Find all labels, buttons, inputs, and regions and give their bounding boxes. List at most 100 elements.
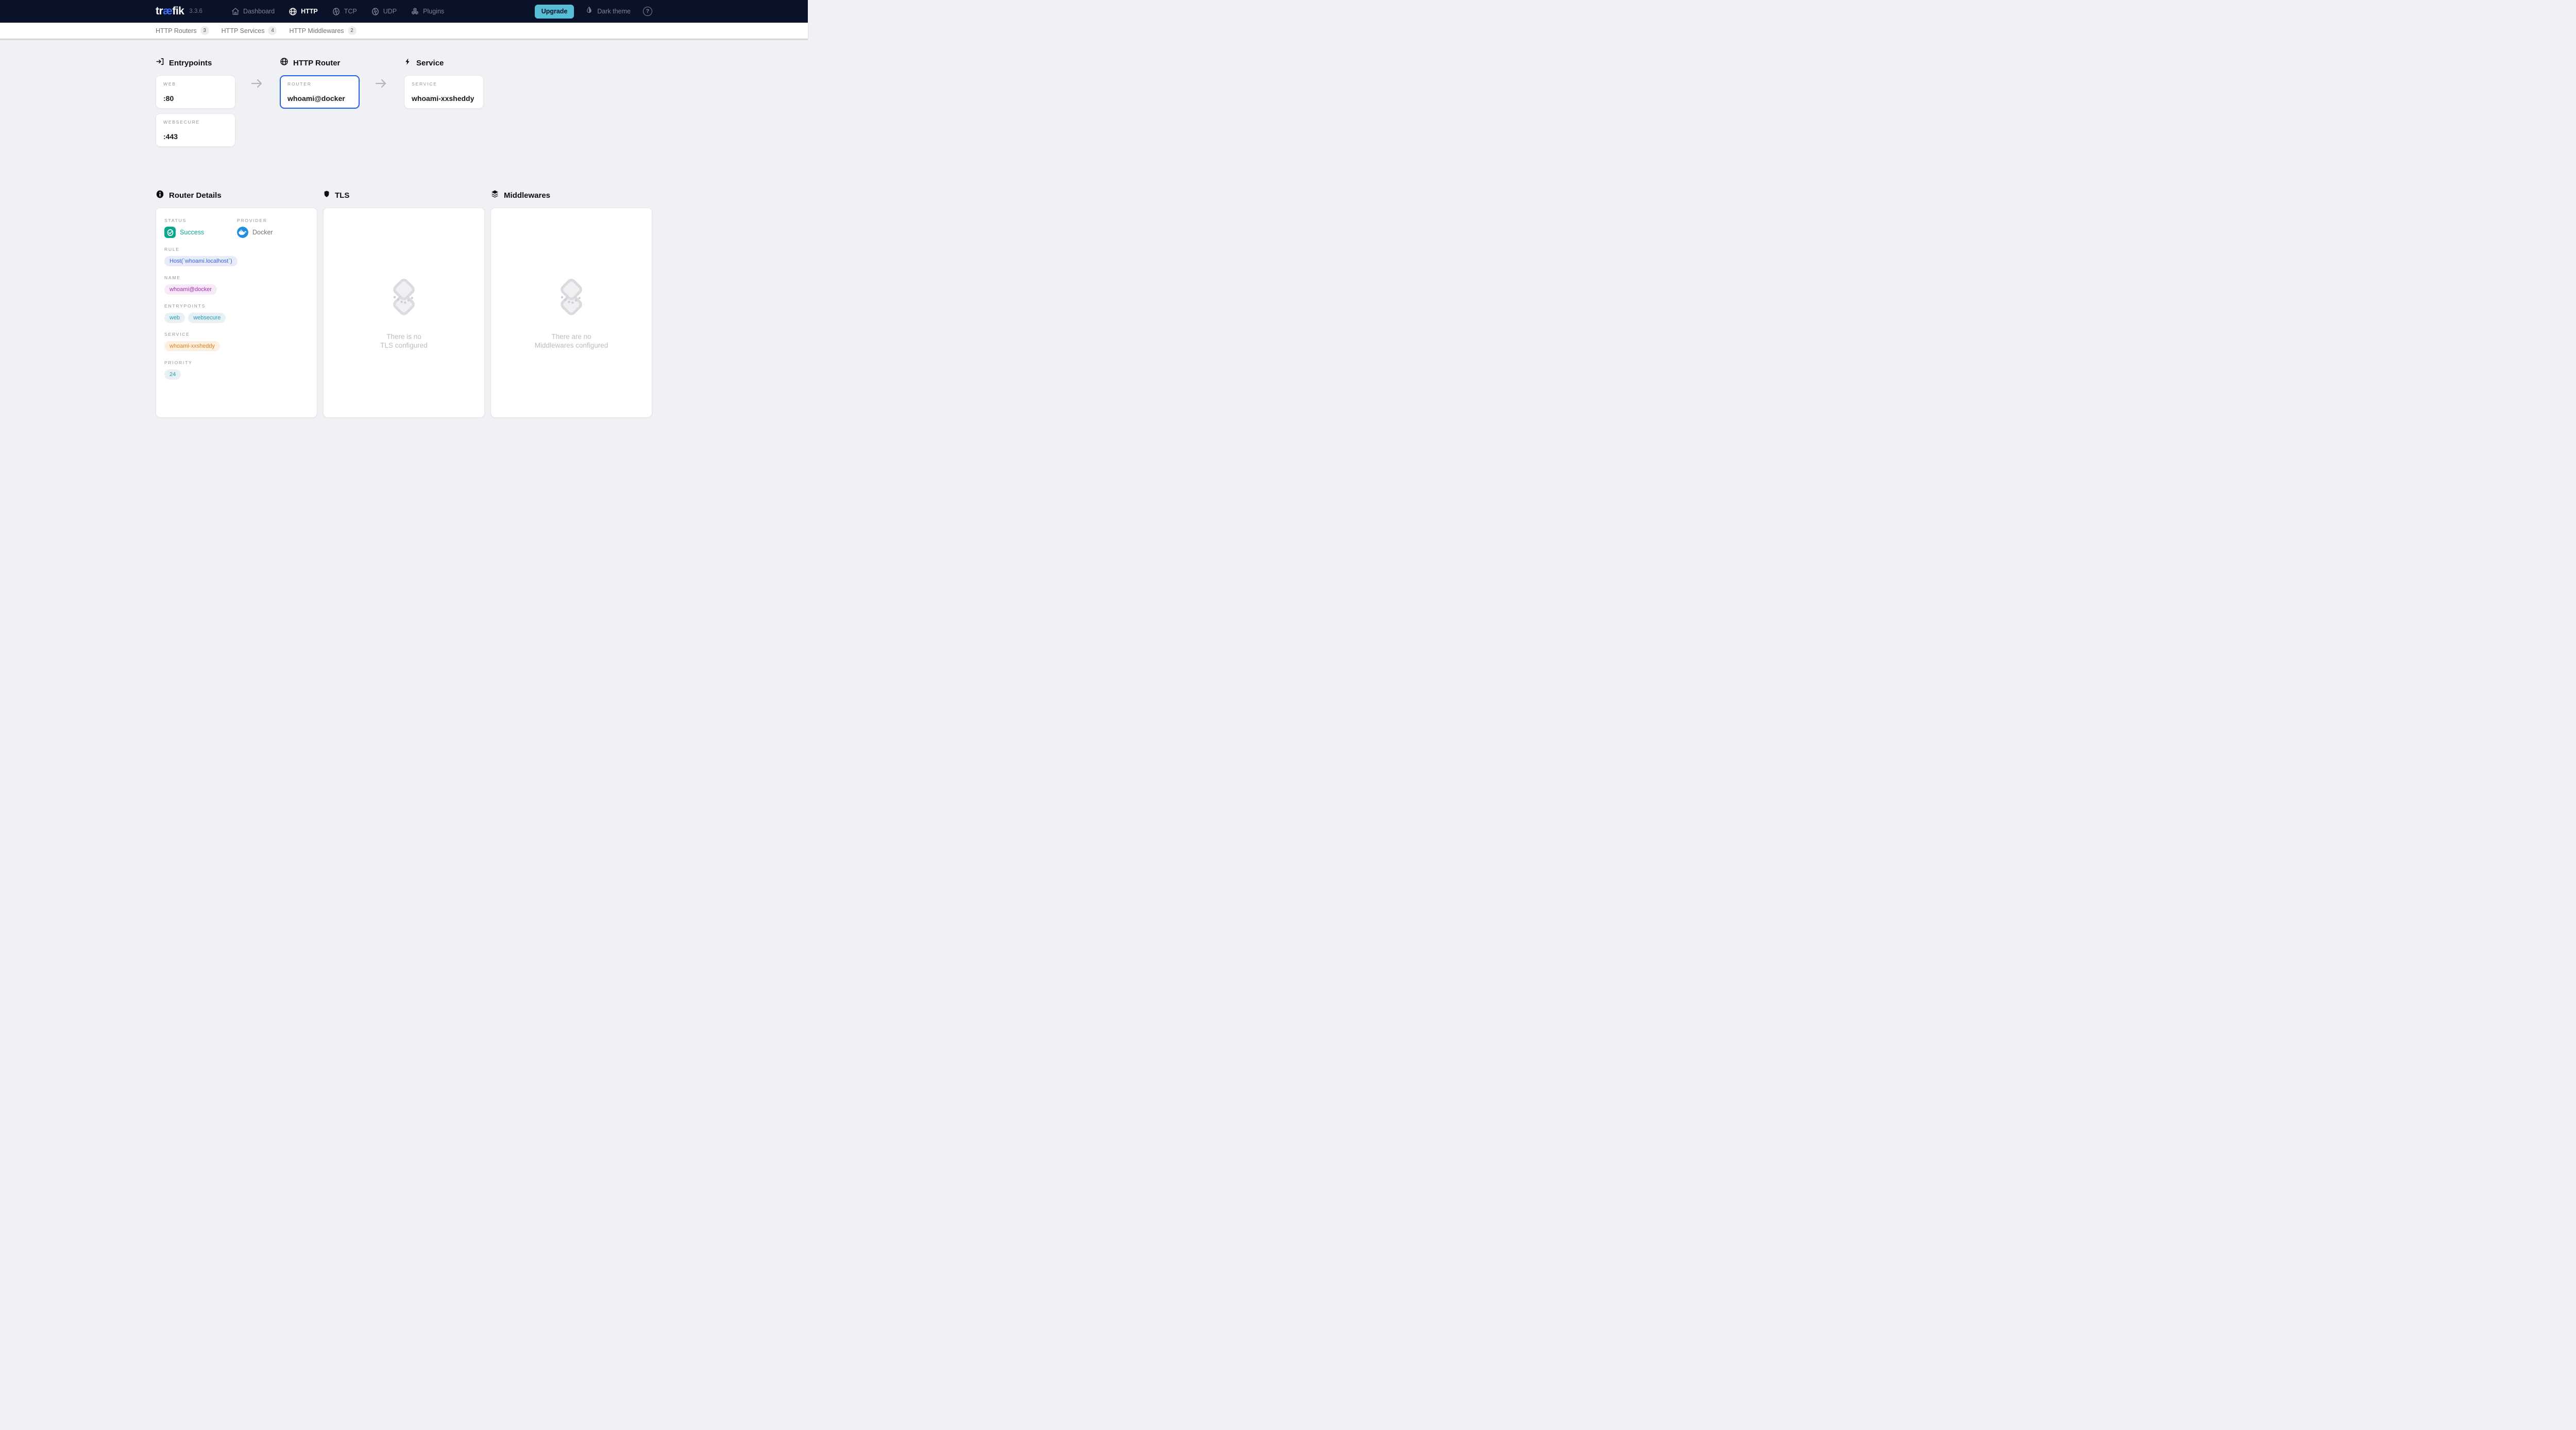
globe-icon: [280, 57, 289, 69]
tab-label: HTTP Routers: [156, 27, 197, 35]
node-label: SERVICE: [412, 81, 476, 87]
middlewares-header: Middlewares: [490, 190, 652, 200]
logo-text-2: fik: [172, 5, 184, 17]
rule-block: RULE Host(`whoami.localhost`): [164, 247, 309, 266]
docker-icon: [237, 227, 248, 238]
count-badge: 3: [200, 26, 209, 35]
empty-state-text: There is no TLS configured: [380, 333, 428, 350]
empty-line-1: There is no: [380, 333, 428, 342]
node-label: ROUTER: [287, 81, 352, 87]
http-router-header: HTTP Router: [280, 58, 360, 68]
middlewares-card: There are no Middlewares configured: [490, 208, 652, 418]
version-label: 3.3.6: [189, 8, 202, 14]
status-block: STATUS Success: [164, 218, 237, 238]
tab-label: HTTP Services: [222, 27, 265, 35]
tab-http-middlewares[interactable]: HTTP Middlewares 2: [289, 26, 356, 35]
priority-pill: 24: [164, 369, 181, 380]
service-column: Service SERVICE whoami-xxsheddy: [404, 58, 484, 147]
entrypoint-pill-websecure: websecure: [188, 313, 226, 323]
provider-label: PROVIDER: [237, 218, 273, 223]
info-icon: [156, 190, 164, 201]
shield-icon: [323, 190, 330, 201]
globe-icon: [289, 7, 297, 16]
section-title: HTTP Router: [293, 59, 340, 67]
tab-http-services[interactable]: HTTP Services 4: [222, 26, 277, 35]
name-label: NAME: [164, 275, 309, 280]
service-label: SERVICE: [164, 332, 309, 337]
layers-icon: [490, 190, 499, 201]
tab-label: HTTP Middlewares: [289, 27, 344, 35]
entrypoint-pill-web: web: [164, 313, 185, 323]
success-badge-icon: [164, 227, 176, 238]
main-content: Entrypoints WEB :80 WEBSECURE :443 HTTP …: [156, 58, 652, 418]
nav-item-tcp[interactable]: TCP: [332, 7, 357, 16]
theme-toggle[interactable]: Dark theme: [585, 6, 631, 16]
droplet-icon: [585, 6, 593, 16]
logo-ae: æ: [163, 5, 172, 17]
nav-label: UDP: [383, 8, 397, 15]
tls-header: TLS: [323, 190, 485, 200]
arrow-right-icon: [375, 79, 388, 88]
node-value: :80: [163, 94, 228, 103]
cubes-icon: [411, 7, 419, 16]
question-mark-icon: ?: [646, 8, 650, 14]
nav-label: TCP: [344, 8, 357, 15]
status-value: Success: [180, 229, 204, 236]
section-title: TLS: [335, 191, 349, 200]
nav-item-plugins[interactable]: Plugins: [411, 7, 444, 16]
entrypoints-label: ENTRYPOINTS: [164, 303, 309, 309]
entrypoint-card-websecure: WEBSECURE :443: [156, 113, 235, 147]
lightning-icon: [404, 57, 412, 69]
proxy-ball-icon: [332, 7, 341, 16]
node-label: WEBSECURE: [163, 120, 228, 125]
priority-block: PRIORITY 24: [164, 360, 309, 380]
traefik-logo[interactable]: træfik: [156, 5, 184, 18]
entrypoints-icon: [156, 57, 164, 69]
section-title: Router Details: [169, 191, 222, 200]
service-block: SERVICE whoami-xxsheddy: [164, 332, 309, 351]
details-section: Router Details STATUS Success PRO: [156, 190, 652, 418]
node-value: whoami-xxsheddy: [412, 94, 476, 103]
nav-item-dashboard[interactable]: Dashboard: [231, 7, 275, 15]
empty-line-1: There are no: [535, 333, 608, 342]
router-column: HTTP Router ROUTER whoami@docker: [280, 58, 360, 147]
tls-card: There is no TLS configured: [323, 208, 485, 418]
main-nav: Dashboard HTTP TCP UDP: [231, 7, 444, 16]
flow-section: Entrypoints WEB :80 WEBSECURE :443 HTTP …: [156, 58, 652, 147]
service-header: Service: [404, 58, 484, 68]
logo-text: tr: [156, 5, 163, 17]
count-badge: 2: [348, 26, 357, 35]
router-details-column: Router Details STATUS Success PRO: [156, 190, 317, 418]
provider-block: PROVIDER Docker: [237, 218, 273, 238]
count-badge: 4: [268, 26, 277, 35]
status-provider-row: STATUS Success PROVIDER: [164, 218, 309, 238]
tab-http-routers[interactable]: HTTP Routers 3: [156, 26, 209, 35]
section-title: Service: [416, 59, 444, 67]
nav-item-udp[interactable]: UDP: [371, 7, 397, 16]
entrypoints-header: Entrypoints: [156, 58, 235, 68]
flow-arrow: [360, 58, 404, 109]
subnav: HTTP Routers 3 HTTP Services 4 HTTP Midd…: [0, 23, 808, 39]
upgrade-button[interactable]: Upgrade: [535, 5, 574, 19]
router-details-header: Router Details: [156, 190, 317, 200]
empty-layers-illustration: [379, 276, 429, 321]
router-card[interactable]: ROUTER whoami@docker: [280, 75, 360, 109]
service-card[interactable]: SERVICE whoami-xxsheddy: [404, 75, 484, 109]
section-title: Middlewares: [504, 191, 550, 200]
proxy-ball-icon: [371, 7, 380, 16]
name-pill: whoami@docker: [164, 284, 217, 295]
router-details-card: STATUS Success PROVIDER: [156, 208, 317, 418]
flow-arrow: [235, 58, 280, 109]
provider-value: Docker: [252, 229, 273, 236]
empty-state-text: There are no Middlewares configured: [535, 333, 608, 350]
help-button[interactable]: ?: [643, 7, 652, 16]
nav-label: Dashboard: [243, 8, 275, 15]
node-label: WEB: [163, 81, 228, 87]
node-value: :443: [163, 132, 228, 141]
empty-line-2: TLS configured: [380, 342, 428, 350]
nav-item-http[interactable]: HTTP: [289, 7, 318, 16]
home-icon: [231, 7, 240, 15]
service-pill: whoami-xxsheddy: [164, 341, 220, 351]
middlewares-column: Middlewares There are no Middlewares con…: [490, 190, 652, 418]
rule-label: RULE: [164, 247, 309, 252]
